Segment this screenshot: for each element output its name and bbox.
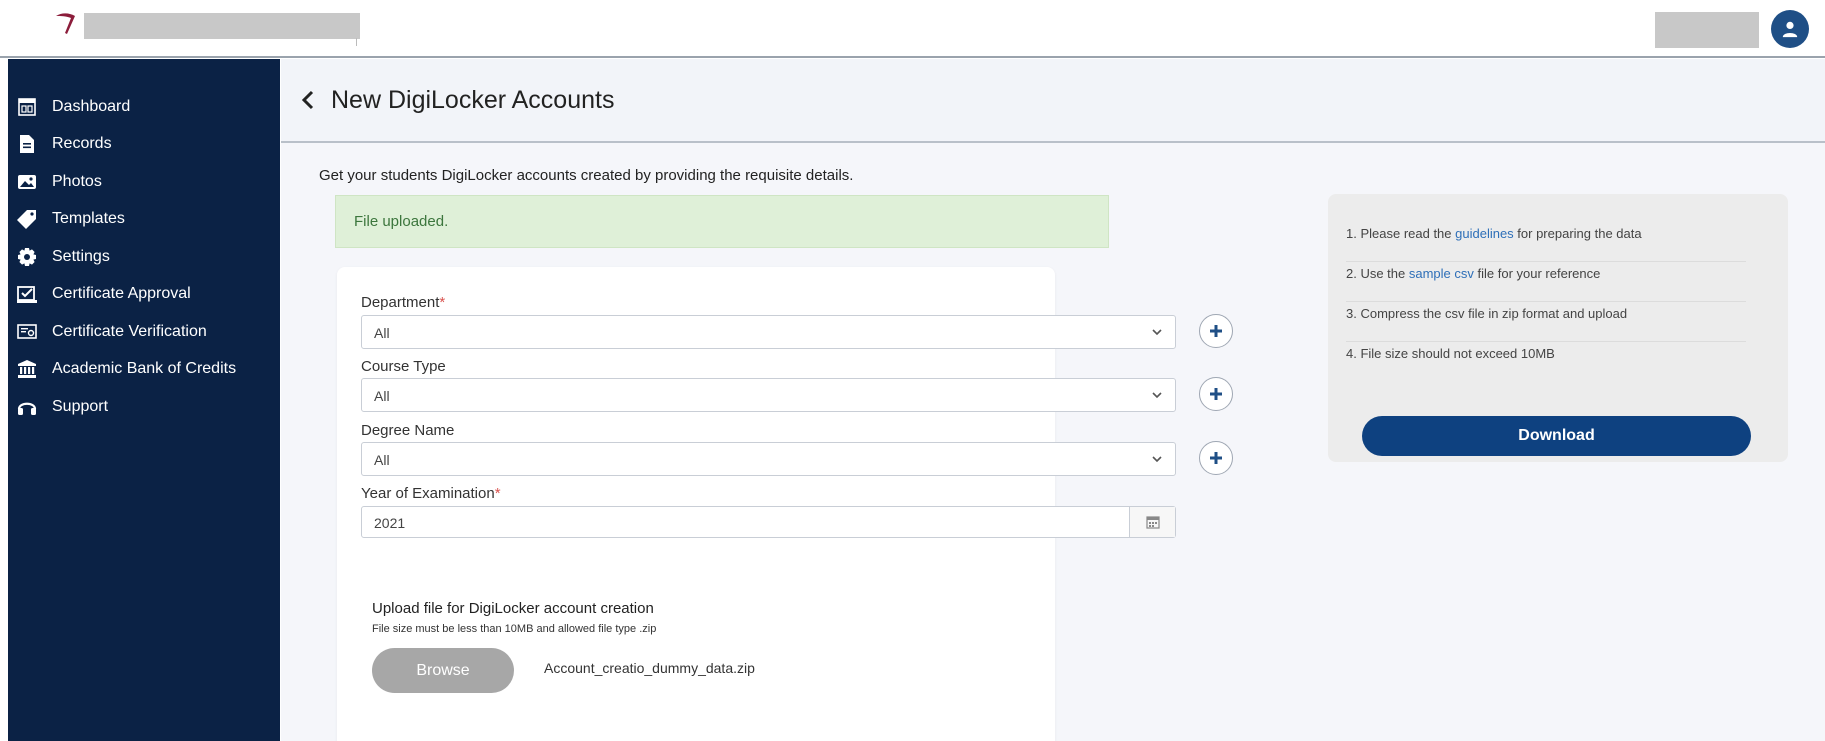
user-name-redacted [1655,12,1759,48]
page-description: Get your students DigiLocker accounts cr… [319,167,854,184]
institution-name-redacted [84,13,360,39]
sidebar-item-label: Records [52,135,112,153]
course-type-label: Course Type [361,358,446,375]
sidebar-item-academic-bank-of-credits[interactable]: Academic Bank of Credits [8,351,280,389]
plus-icon [1210,388,1222,400]
headset-icon [16,396,38,418]
year-value: 2021 [374,515,406,531]
plus-icon [1210,325,1222,337]
instruction-item: 2. Use the sample csv file for your refe… [1346,262,1746,302]
page-title: New DigiLocker Accounts [331,85,615,114]
user-icon [1782,21,1798,38]
sidebar: Dashboard Records Photos Templates Setti… [8,59,280,741]
sidebar-item-photos[interactable]: Photos [8,163,280,201]
bank-icon [16,358,38,380]
document-icon [16,133,38,155]
download-button[interactable]: Download [1362,416,1751,456]
instruction-text: for preparing the data [1513,226,1642,241]
instruction-text: file for your reference [1473,266,1601,281]
upload-note: File size must be less than 10MB and all… [372,623,657,635]
brand-logo[interactable] [53,10,79,36]
add-course-type-button[interactable] [1199,377,1233,411]
degree-name-label: Degree Name [361,422,454,439]
chevron-down-icon [1152,392,1162,399]
instruction-item: 4. File size should not exceed 10MB [1346,342,1746,382]
guidelines-link[interactable]: guidelines [1455,226,1514,241]
image-icon [16,171,38,193]
instruction-text: 2. Use the [1346,266,1409,281]
verification-icon [16,321,38,343]
dashboard-icon [16,96,38,118]
gear-icon [16,246,38,268]
sidebar-item-certificate-approval[interactable]: Certificate Approval [8,276,280,314]
sample-csv-link[interactable]: sample csv [1409,266,1474,281]
required-mark: * [439,294,446,311]
sidebar-item-label: Certificate Approval [52,285,191,303]
main-content: New DigiLocker Accounts Get your student… [281,59,1825,741]
year-input[interactable]: 2021 [361,506,1176,538]
course-type-label-text: Course Type [361,358,446,375]
add-department-button[interactable] [1199,314,1233,348]
department-select[interactable]: All [361,315,1176,349]
sidebar-item-dashboard[interactable]: Dashboard [8,88,280,126]
instruction-text: 3. Compress the csv file in zip format a… [1346,306,1628,321]
required-mark: * [494,485,501,502]
browse-button[interactable]: Browse [372,648,514,693]
degree-name-select[interactable]: All [361,442,1176,476]
department-label: Department* [361,294,445,311]
sidebar-item-label: Dashboard [52,97,131,115]
department-value: All [374,325,390,341]
instruction-item: 3. Compress the csv file in zip format a… [1346,302,1746,342]
tag-icon [16,208,38,230]
instructions-panel: 1. Please read the guidelines for prepar… [1328,194,1788,462]
instruction-text: 1. Please read the [1346,226,1456,241]
degree-name-value: All [374,452,390,468]
calendar-button[interactable] [1129,507,1175,537]
sidebar-item-label: Templates [52,210,125,228]
department-label-text: Department [361,294,440,311]
sidebar-item-label: Settings [52,247,110,265]
sidebar-item-label: Certificate Verification [52,322,207,340]
add-degree-name-button[interactable] [1199,441,1233,475]
user-avatar[interactable] [1771,10,1809,48]
upload-title: Upload file for DigiLocker account creat… [372,600,654,617]
account-form: Department* All Course Type All Degree N… [337,267,1233,741]
sidebar-item-label: Support [52,397,109,415]
back-chevron-icon[interactable] [301,89,321,111]
divider [356,38,357,46]
alert-text: File uploaded. [354,213,449,230]
degree-name-label-text: Degree Name [361,422,455,439]
plus-icon [1210,452,1222,464]
chevron-down-icon [1152,329,1162,336]
instruction-text: 4. File size should not exceed 10MB [1346,346,1555,361]
top-bar [0,0,1825,58]
calendar-icon [1145,516,1160,529]
sidebar-item-support[interactable]: Support [8,388,280,426]
sidebar-item-certificate-verification[interactable]: Certificate Verification [8,313,280,351]
course-type-value: All [374,388,390,404]
year-label-text: Year of Examination [361,485,495,502]
sidebar-item-settings[interactable]: Settings [8,238,280,276]
instructions-list: 1. Please read the guidelines for prepar… [1346,222,1746,382]
uploaded-file-name: Account_creatio_dummy_data.zip [544,660,755,676]
success-alert: File uploaded. [335,195,1109,248]
year-label: Year of Examination* [361,485,501,502]
page-header: New DigiLocker Accounts [281,59,1825,143]
sidebar-item-label: Academic Bank of Credits [52,360,237,378]
sidebar-item-records[interactable]: Records [8,126,280,164]
course-type-select[interactable]: All [361,378,1176,412]
sidebar-item-label: Photos [52,172,102,190]
chevron-down-icon [1152,456,1162,463]
approval-icon [16,283,38,305]
instruction-item: 1. Please read the guidelines for prepar… [1346,222,1746,262]
sidebar-item-templates[interactable]: Templates [8,201,280,239]
